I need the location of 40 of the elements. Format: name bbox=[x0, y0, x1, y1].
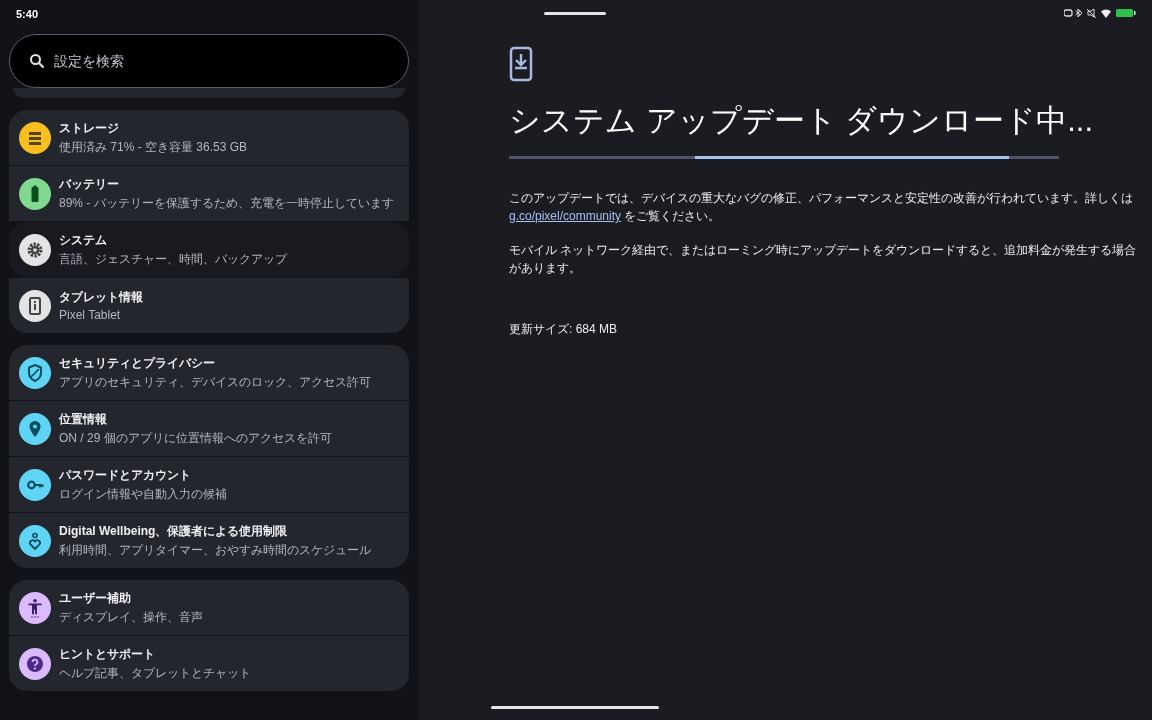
item-title: ヒントとサポート bbox=[59, 645, 156, 663]
update-size: 更新サイズ: 684 MB bbox=[509, 321, 619, 338]
item-subtitle: ON / 29 個のアプリに位置情報へのアクセスを許可 bbox=[59, 429, 332, 447]
item-subtitle: 利用時間、アプリタイマー、おやすみ時間のスケジュール bbox=[59, 541, 371, 559]
info-paragraph: モバイル ネットワーク経由で、またはローミング時にアップデートをダウンロードすると、追加料金が発生する場合があります。 bbox=[509, 242, 1138, 277]
item-title: タブレット情報 bbox=[59, 289, 143, 306]
settings-item[interactable]: タブレット情報 Pixel Tablet bbox=[9, 278, 409, 333]
status-time: 5:40 bbox=[15, 7, 40, 22]
phone-download-icon bbox=[509, 46, 533, 82]
item-title: バッテリー bbox=[59, 175, 120, 193]
settings-item[interactable]: 位置情報 ON / 29 個のアプリに位置情報へのアクセスを許可 bbox=[9, 401, 409, 456]
item-title: セキュリティとプライバシー bbox=[59, 354, 216, 372]
item-title: Digital Wellbeing、保護者による使用制限 bbox=[59, 522, 289, 540]
item-title: ストレージ bbox=[59, 119, 120, 137]
search-field[interactable]: 設定を検索 bbox=[9, 34, 409, 88]
settings-item[interactable]: ストレージ 使用済み 71% - 空き容量 36.53 GB bbox=[9, 110, 409, 165]
item-subtitle: ディスプレイ、操作、音声 bbox=[59, 608, 203, 626]
settings-item[interactable]: セキュリティとプライバシー アプリのセキュリティ、デバイスのロック、アクセス許可 bbox=[9, 345, 409, 400]
item-title: システム bbox=[59, 231, 108, 249]
settings-item[interactable]: システム 言語、ジェスチャー、時間、バックアップ bbox=[9, 222, 409, 277]
item-subtitle: 89% - バッテリーを保護するため、充電を一時停止しています bbox=[59, 194, 394, 212]
page-title: システム アップデート ダウンロード中... bbox=[509, 102, 1095, 140]
settings-item[interactable]: ヒントとサポート ヘルプ記事、タブレットとチャット bbox=[9, 636, 409, 691]
item-title: 位置情報 bbox=[59, 410, 108, 428]
community-link[interactable]: g.co/pixel/community bbox=[509, 209, 622, 223]
item-subtitle: 使用済み 71% - 空き容量 36.53 GB bbox=[59, 138, 248, 156]
item-subtitle: ヘルプ記事、タブレットとチャット bbox=[59, 664, 251, 682]
item-title: パスワードとアカウント bbox=[59, 466, 192, 484]
settings-item[interactable]: Digital Wellbeing、保護者による使用制限 利用時間、アプリタイマー、おやすみ時間のスケジュール bbox=[9, 513, 409, 568]
item-title: ユーザー補助 bbox=[59, 589, 132, 607]
item-subtitle: アプリのセキュリティ、デバイスのロック、アクセス許可 bbox=[59, 373, 371, 391]
home-handle[interactable] bbox=[491, 706, 659, 709]
item-subtitle: ログイン情報や自動入力の候補 bbox=[59, 485, 227, 503]
item-subtitle: 言語、ジェスチャー、時間、バックアップ bbox=[59, 250, 287, 268]
info-paragraph: このアップデートでは、デバイスの重大なバグの修正、パフォーマンスと安定性の改善が行われています。詳しくは g.co/pixel/community をご覧ください。 bbox=[509, 190, 1134, 225]
settings-item[interactable]: バッテリー 89% - バッテリーを保護するため、充電を一時停止しています bbox=[9, 166, 409, 221]
settings-item[interactable]: ユーザー補助 ディスプレイ、操作、音声 bbox=[9, 580, 409, 635]
settings-item[interactable]: パスワードとアカウント ログイン情報や自動入力の候補 bbox=[9, 457, 409, 512]
item-subtitle: Pixel Tablet bbox=[59, 308, 122, 322]
drag-handle[interactable] bbox=[544, 12, 606, 15]
